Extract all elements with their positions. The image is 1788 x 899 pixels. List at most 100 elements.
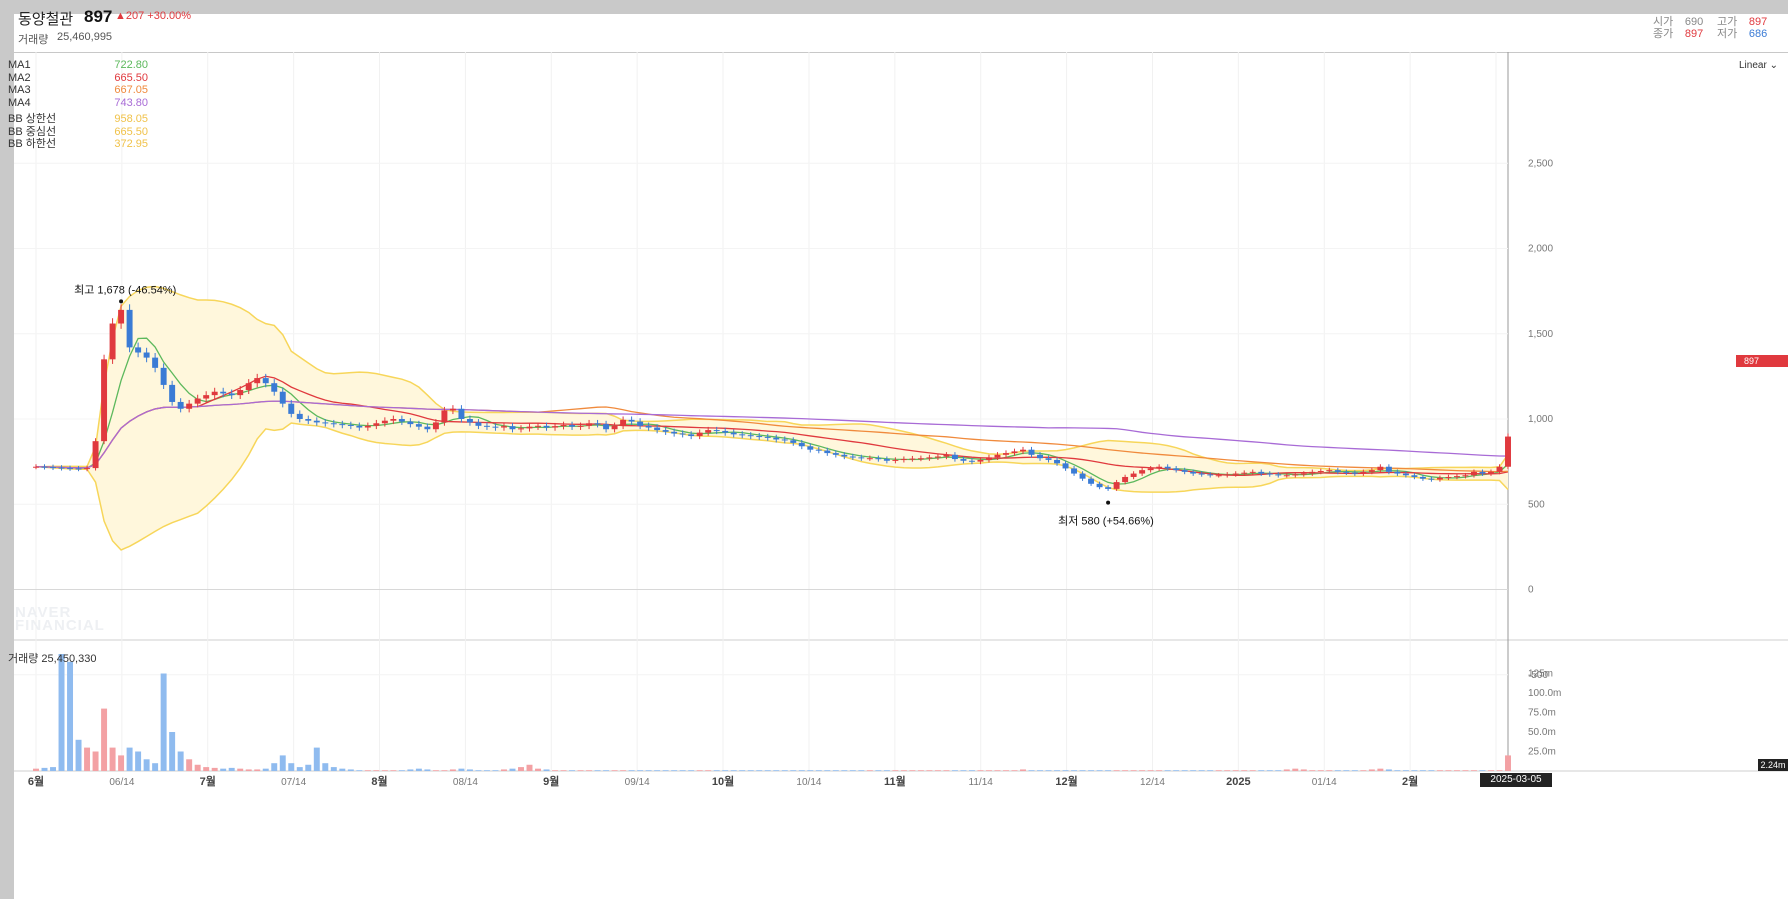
volume-tick-label: 100.0m: [1528, 688, 1561, 699]
x-tick-label: 08/14: [453, 777, 478, 788]
volume-bar: [245, 769, 252, 771]
candle-body: [1266, 473, 1273, 475]
candle-body: [118, 309, 125, 324]
x-tick-label: 2월: [1402, 774, 1418, 788]
volume-bar: [254, 769, 261, 771]
volume-bar: [1071, 770, 1078, 771]
candle-body: [671, 431, 678, 434]
low-marker: [1106, 500, 1111, 505]
candle-body: [245, 383, 252, 391]
candle-body: [1411, 475, 1418, 477]
scale-mode-button[interactable]: Linear ⌄: [1739, 60, 1778, 71]
candle-body: [611, 425, 618, 430]
volume-bar: [552, 770, 559, 771]
last-price-badge: 897: [1736, 355, 1788, 367]
volume-bar: [1037, 770, 1044, 771]
x-tick-label: 7월: [200, 774, 216, 788]
volume-bar: [381, 770, 388, 771]
volume-bar: [1011, 770, 1018, 771]
candle-body: [1054, 459, 1061, 464]
price-chart[interactable]: 6월 06/14 7월 07/14 8월 08/14 9월 09/14 10월 10/14 11월 1…: [14, 14, 1788, 899]
volume-bar: [33, 768, 39, 771]
volume-bar: [475, 770, 482, 771]
candle-body: [509, 426, 516, 430]
volume-bar: [1045, 770, 1052, 771]
volume-bar: [203, 767, 210, 771]
legend-label: MA1: [8, 59, 31, 71]
volume-bar: [237, 768, 244, 771]
volume-bar: [1020, 769, 1026, 771]
price-tick-label: 500: [1528, 499, 1545, 510]
low-annotation: 최저 580 (+54.66%): [1058, 515, 1154, 528]
volume-bar: [849, 770, 856, 771]
candle-body: [662, 430, 669, 432]
candle-body: [1173, 468, 1180, 471]
candle-body: [220, 391, 227, 394]
volume-bar: [832, 770, 839, 771]
volume-bar: [75, 739, 82, 771]
volume-bar: [883, 770, 890, 771]
candle-body: [58, 467, 65, 469]
candle-body: [432, 422, 439, 430]
candle-body: [1488, 471, 1494, 474]
candle-body: [628, 419, 635, 422]
volume-bar: [1207, 770, 1214, 771]
volume-bar: [764, 770, 771, 771]
candle-body: [1360, 471, 1367, 474]
volume-bar: [1122, 770, 1129, 771]
candle-body: [449, 408, 456, 411]
candle-body: [1317, 471, 1324, 473]
candle-body: [330, 423, 337, 425]
volume-bar: [909, 770, 916, 771]
candle-body: [500, 426, 507, 428]
volume-bar: [330, 767, 337, 771]
candle-body: [1258, 471, 1265, 474]
candle-body: [424, 426, 431, 430]
volume-bar: [951, 770, 958, 771]
candle-body: [798, 442, 805, 447]
candle-body: [415, 424, 422, 427]
volume-bar: [807, 770, 814, 771]
last-volume-badge: 2.24m: [1758, 759, 1788, 771]
volume-bar: [194, 764, 201, 771]
legend-label: MA2: [8, 71, 31, 84]
candle-body: [543, 425, 550, 428]
candle-body: [373, 423, 380, 426]
volume-bar: [1241, 770, 1248, 771]
volume-bar: [50, 767, 56, 771]
volume-bar: [1190, 770, 1197, 771]
candle-body: [1011, 451, 1018, 454]
volume-bar: [152, 763, 159, 771]
volume-bar: [535, 768, 541, 771]
candle-body: [1198, 473, 1205, 475]
candle-body: [917, 458, 924, 460]
candle-body: [186, 403, 193, 409]
legend-item-ma4: MA4 743.80: [8, 96, 148, 110]
x-tick-label: 10/14: [796, 777, 821, 788]
volume-bar: [747, 770, 754, 771]
candle-body: [1147, 468, 1154, 471]
volume-bar: [135, 751, 142, 771]
x-tick-label: 11월: [884, 774, 906, 788]
volume-bar: [1258, 770, 1265, 771]
volume-bar: [1368, 769, 1375, 771]
volume-bar: [1505, 755, 1511, 771]
candle-body: [109, 323, 116, 360]
volume-bar: [373, 770, 380, 771]
candle-body: [1122, 476, 1129, 483]
candle-body: [296, 413, 303, 419]
x-tick-label: 07/14: [281, 777, 306, 788]
candle-body: [1113, 482, 1120, 489]
volume-bar: [1334, 770, 1341, 771]
volume-bar: [688, 770, 695, 771]
candle-body: [1394, 471, 1401, 474]
volume-bar: [67, 661, 74, 771]
volume-bar: [1317, 770, 1324, 771]
volume-bar: [671, 770, 678, 771]
volume-bar: [900, 770, 907, 771]
legend-label: MA4: [8, 96, 31, 109]
candle-body: [364, 425, 371, 428]
candle-body: [169, 384, 176, 402]
volume-bar: [1394, 770, 1401, 771]
volume-bar: [1266, 770, 1273, 771]
